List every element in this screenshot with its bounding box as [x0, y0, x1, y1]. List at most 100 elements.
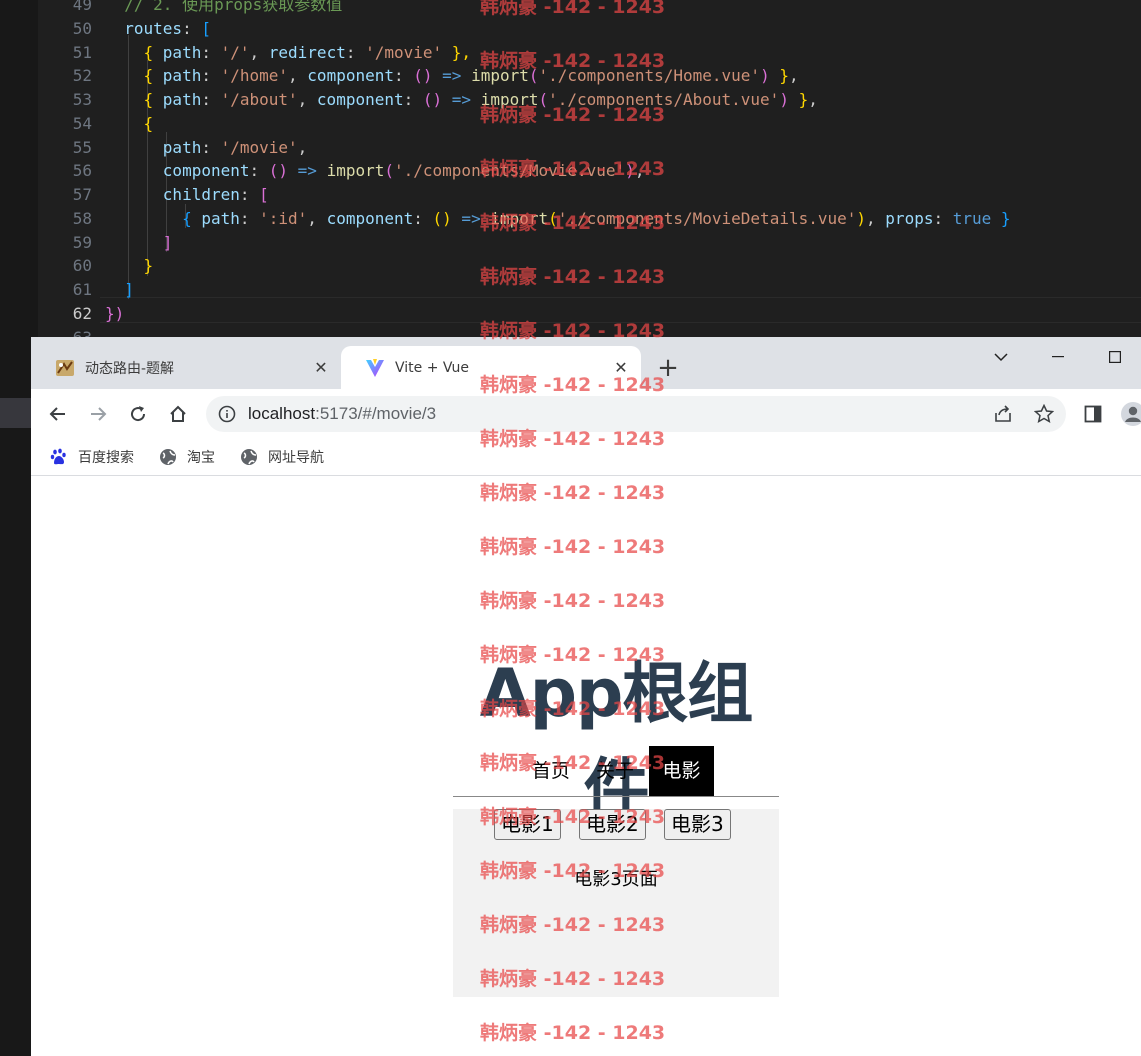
code-token: './components/Home.vue'	[538, 66, 761, 86]
code-token: ,	[288, 66, 308, 86]
bookmark-label: 网址导航	[268, 450, 324, 466]
code-token: )	[625, 161, 635, 181]
line-number: 60	[72, 256, 92, 276]
movie-1-button[interactable]: 电影1	[494, 809, 561, 840]
reload-icon[interactable]	[124, 400, 152, 428]
profile-avatar-icon[interactable]	[1119, 400, 1141, 428]
code-line: 61 ]	[0, 278, 1141, 302]
code-token: path	[162, 90, 202, 109]
code-token: ()	[422, 90, 443, 109]
code-token: ,	[788, 66, 799, 86]
code-text: })	[105, 302, 124, 326]
code-line: 53 { path: '/about', component: () => im…	[0, 88, 1141, 112]
movie-2-button[interactable]: 电影2	[579, 809, 646, 840]
code-token: (	[548, 208, 558, 228]
line-number: 53	[72, 90, 92, 109]
tab-dynamic-route[interactable]: 动态路由-题解 ✕	[31, 346, 341, 389]
code-text: component: () => import('./components/Mo…	[105, 159, 645, 183]
code-token: ()	[268, 161, 289, 181]
code-token: component	[326, 208, 414, 228]
home-icon[interactable]	[164, 400, 192, 428]
nav-link-about[interactable]: 关于	[591, 746, 639, 796]
code-token: {	[105, 66, 163, 86]
code-text: {	[105, 112, 154, 136]
movie-detail-text: 电影3页面	[574, 869, 658, 890]
app-title: App根组件	[479, 655, 754, 828]
code-line: 57 children: [	[0, 183, 1141, 207]
code-text: { path: '/home', component: () => import…	[105, 64, 799, 88]
forward-icon[interactable]	[84, 400, 112, 428]
movie-3-button[interactable]: 电影3	[664, 809, 731, 840]
app-navbar: 首页 关于 电影	[453, 746, 779, 797]
code-token: :	[201, 66, 221, 86]
tab-vite-vue[interactable]: Vite + Vue ✕	[341, 346, 641, 389]
code-token: import	[490, 208, 549, 228]
code-token: ()	[413, 66, 433, 86]
code-line: 60 }	[0, 254, 1141, 278]
code-line: 52 { path: '/home', component: () => imp…	[0, 64, 1141, 88]
code-token: './components/Movie.vue'	[394, 161, 626, 181]
code-token: ()	[432, 208, 452, 228]
bookmark-nav-sites[interactable]: 网址导航	[240, 446, 324, 468]
nav-link-home[interactable]: 首页	[527, 746, 575, 796]
code-text: { path: ':id', component: () => import('…	[105, 207, 1011, 231]
address-bar[interactable]: localhost:5173/#/movie/3	[206, 396, 1066, 432]
bookmark-baidu[interactable]: 百度搜索	[50, 446, 134, 468]
site-info-icon[interactable]	[218, 405, 236, 427]
code-token: :	[413, 208, 433, 228]
nav-link-movie[interactable]: 电影	[649, 746, 714, 796]
code-line: 55 path: '/movie',	[0, 136, 1141, 160]
code-line: 51 { path: '/', redirect: '/movie' },	[0, 41, 1141, 65]
minimize-icon[interactable]	[1043, 345, 1073, 369]
explorer-selection	[0, 398, 31, 428]
code-token: '/movie'	[220, 137, 298, 157]
code-token: component	[316, 90, 404, 109]
globe-icon	[240, 448, 258, 466]
line-number: 50	[72, 18, 92, 38]
code-token: :	[239, 208, 260, 228]
code-token: }	[991, 208, 1011, 228]
globe-icon	[159, 448, 177, 466]
code-token: (	[538, 90, 549, 109]
tab-close-icon[interactable]: ✕	[611, 358, 631, 378]
code-token: :	[249, 161, 269, 181]
page-viewport: App根组件 首页 关于 电影 电影1 电影2 电影3 电影3页面	[31, 476, 1141, 1056]
code-text: { path: '/', redirect: '/movie' },	[105, 41, 472, 65]
maximize-icon[interactable]	[1100, 345, 1130, 369]
side-panel-icon[interactable]	[1079, 400, 1107, 428]
code-token: [	[201, 18, 211, 38]
code-token: :	[933, 208, 953, 228]
code-token: {	[105, 90, 163, 109]
bookmark-taobao[interactable]: 淘宝	[159, 446, 215, 468]
bookmark-star-icon[interactable]	[1033, 403, 1055, 428]
code-text: routes: [	[105, 17, 211, 41]
code-text: // 2. 使用props获取参数值	[105, 0, 342, 17]
code-token: path	[162, 66, 202, 86]
code-token: :	[201, 90, 221, 109]
code-line: 58 { path: ':id', component: () => impor…	[0, 207, 1141, 231]
code-text: }	[105, 254, 154, 278]
code-token: {	[105, 113, 154, 133]
bookmark-label: 淘宝	[187, 450, 215, 466]
new-tab-button[interactable]: +	[655, 355, 681, 381]
code-token: :	[403, 90, 423, 109]
bookmarks-bar: 百度搜索 淘宝 网址导航	[31, 439, 1141, 476]
code-token: ]	[105, 232, 173, 252]
code-token: {	[105, 208, 202, 228]
code-token: '/'	[220, 42, 250, 62]
tab-search-chevron-icon[interactable]	[986, 345, 1016, 369]
code-token: './components/About.vue'	[548, 90, 780, 109]
share-icon[interactable]	[993, 405, 1013, 427]
code-token: ,	[297, 137, 308, 157]
tab-close-icon[interactable]: ✕	[311, 358, 331, 378]
code-token: (	[528, 66, 539, 86]
code-line: 54 {	[0, 112, 1141, 136]
code-token: // 2. 使用props获取参数值	[105, 0, 343, 14]
code-token: :	[239, 185, 260, 204]
tab-title: Vite + Vue	[395, 359, 470, 376]
code-token: import	[480, 90, 539, 109]
code-token: ,	[634, 161, 645, 181]
back-icon[interactable]	[44, 400, 72, 428]
code-line: 50 routes: [	[0, 17, 1141, 41]
code-token: '/movie'	[365, 42, 443, 62]
